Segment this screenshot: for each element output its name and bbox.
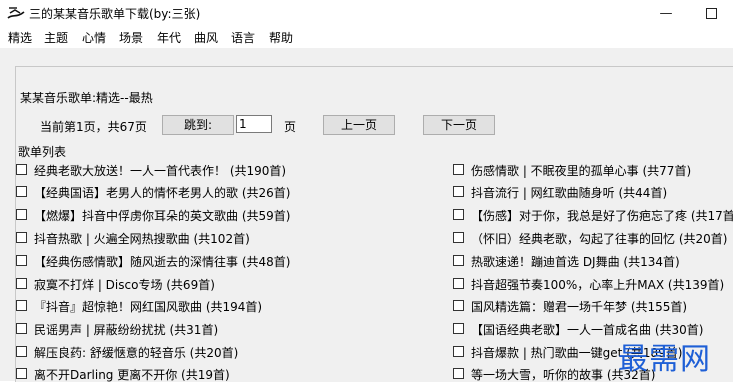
checkbox[interactable] xyxy=(453,164,464,175)
menu-item-scene[interactable]: 场景 xyxy=(119,29,143,46)
checkbox[interactable] xyxy=(16,278,27,289)
jump-button[interactable]: 跳到: xyxy=(162,115,234,135)
checkbox[interactable] xyxy=(16,232,27,243)
menu-item-mood[interactable]: 心情 xyxy=(82,29,106,46)
checkbox[interactable] xyxy=(453,255,464,266)
maximize-icon xyxy=(705,8,717,19)
checkbox[interactable] xyxy=(453,232,464,243)
checkbox[interactable] xyxy=(16,186,27,197)
checkbox[interactable] xyxy=(453,278,464,289)
playlist-section-label: 歌单列表 xyxy=(18,145,67,159)
menu-bar: 精选 主题 心情 场景 年代 曲风 语言 帮助 xyxy=(0,27,733,47)
menu-item-theme[interactable]: 主题 xyxy=(44,29,68,46)
checkbox[interactable] xyxy=(16,368,27,379)
maximize-button[interactable] xyxy=(689,0,733,27)
page-info: 当前第1页，共67页 xyxy=(40,120,147,134)
checkbox[interactable] xyxy=(453,368,464,379)
menu-item-language[interactable]: 语言 xyxy=(231,29,255,46)
next-page-button[interactable]: 下一页 xyxy=(423,115,495,135)
menu-item-era[interactable]: 年代 xyxy=(157,29,181,46)
minimize-button[interactable]: — xyxy=(644,0,688,27)
checkbox[interactable] xyxy=(453,300,464,311)
checkbox[interactable] xyxy=(16,323,27,334)
menu-item-genre[interactable]: 曲风 xyxy=(194,29,218,46)
checkbox[interactable] xyxy=(16,300,27,311)
checkbox[interactable] xyxy=(453,209,464,220)
checkbox[interactable] xyxy=(16,255,27,266)
checkbox[interactable] xyxy=(453,346,464,357)
app-icon xyxy=(7,5,25,21)
window-title: 三的某某音乐歌单下载(by:三张) xyxy=(29,7,201,21)
page-number-input[interactable]: 1 xyxy=(236,115,272,133)
watermark-logo: 最需网 xyxy=(618,342,711,377)
prev-page-button[interactable]: 上一页 xyxy=(323,115,395,135)
menu-item-featured[interactable]: 精选 xyxy=(8,29,32,46)
checkbox[interactable] xyxy=(453,186,464,197)
menu-item-help[interactable]: 帮助 xyxy=(269,29,293,46)
checkbox[interactable] xyxy=(16,164,27,175)
checkbox[interactable] xyxy=(16,346,27,357)
checkbox[interactable] xyxy=(453,323,464,334)
page-unit-label: 页 xyxy=(284,120,297,134)
page-heading: 某某音乐歌单:精选--最热 xyxy=(20,91,153,105)
checkbox[interactable] xyxy=(16,209,27,220)
title-bar: 三的某某音乐歌单下载(by:三张) — xyxy=(0,0,733,27)
